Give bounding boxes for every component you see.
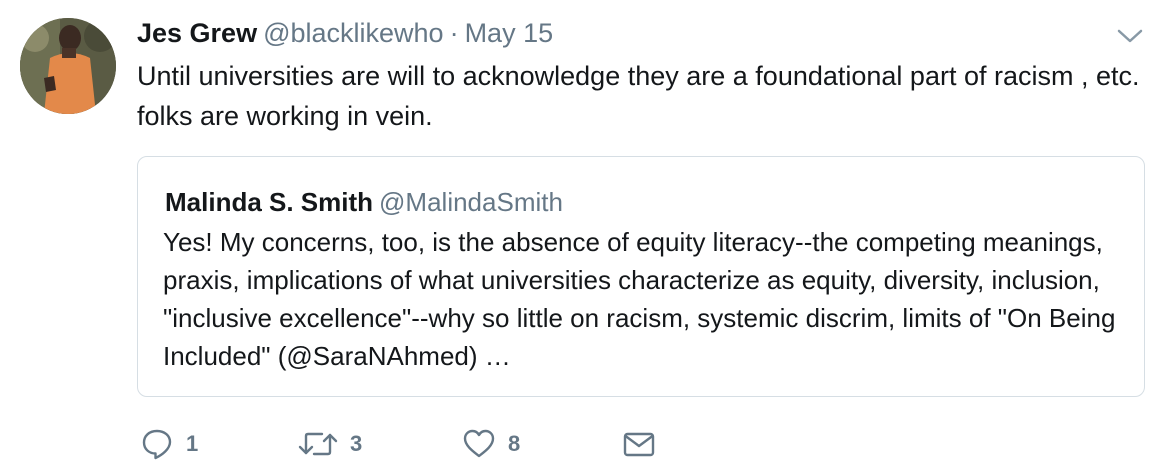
quoted-author-handle: @MalindaSmith <box>379 187 563 217</box>
tweet-text: Until universities are will to acknowled… <box>137 61 1140 131</box>
separator-dot: · <box>449 18 459 48</box>
chevron-down-icon[interactable] <box>1116 26 1144 46</box>
author-name[interactable]: Jes Grew <box>137 18 257 48</box>
reply-count: 1 <box>186 431 199 456</box>
reply-button[interactable]: 1 <box>140 424 198 464</box>
quoted-author-name: Malinda S. Smith <box>165 187 374 217</box>
retweet-button[interactable]: 3 <box>298 424 362 464</box>
tweet-date[interactable]: May 15 <box>465 18 554 48</box>
tweet-header: Jes Grew @blacklikewho · May 15 <box>137 16 553 50</box>
retweet-count: 3 <box>350 431 363 456</box>
like-count: 8 <box>508 431 521 456</box>
retweet-icon <box>298 427 338 461</box>
envelope-icon <box>622 427 656 461</box>
avatar[interactable] <box>20 18 116 114</box>
tweet-card: Jes Grew @blacklikewho · May 15 Until unive… <box>0 0 1166 464</box>
avatar-photo <box>20 18 116 114</box>
author-handle[interactable]: @blacklikewho <box>263 18 443 48</box>
reply-icon <box>140 427 174 461</box>
heart-icon <box>462 427 496 461</box>
like-button[interactable]: 8 <box>462 424 520 464</box>
tweet-actions: 1 3 8 <box>140 424 740 464</box>
direct-message-button[interactable] <box>622 424 656 464</box>
quoted-tweet[interactable]: Malinda S. Smith @MalindaSmith Yes! My co… <box>137 156 1145 397</box>
quoted-tweet-header: Malinda S. Smith @MalindaSmith <box>165 185 563 219</box>
quoted-tweet-text: Yes! My concerns, too, is the absence of… <box>163 227 1116 371</box>
